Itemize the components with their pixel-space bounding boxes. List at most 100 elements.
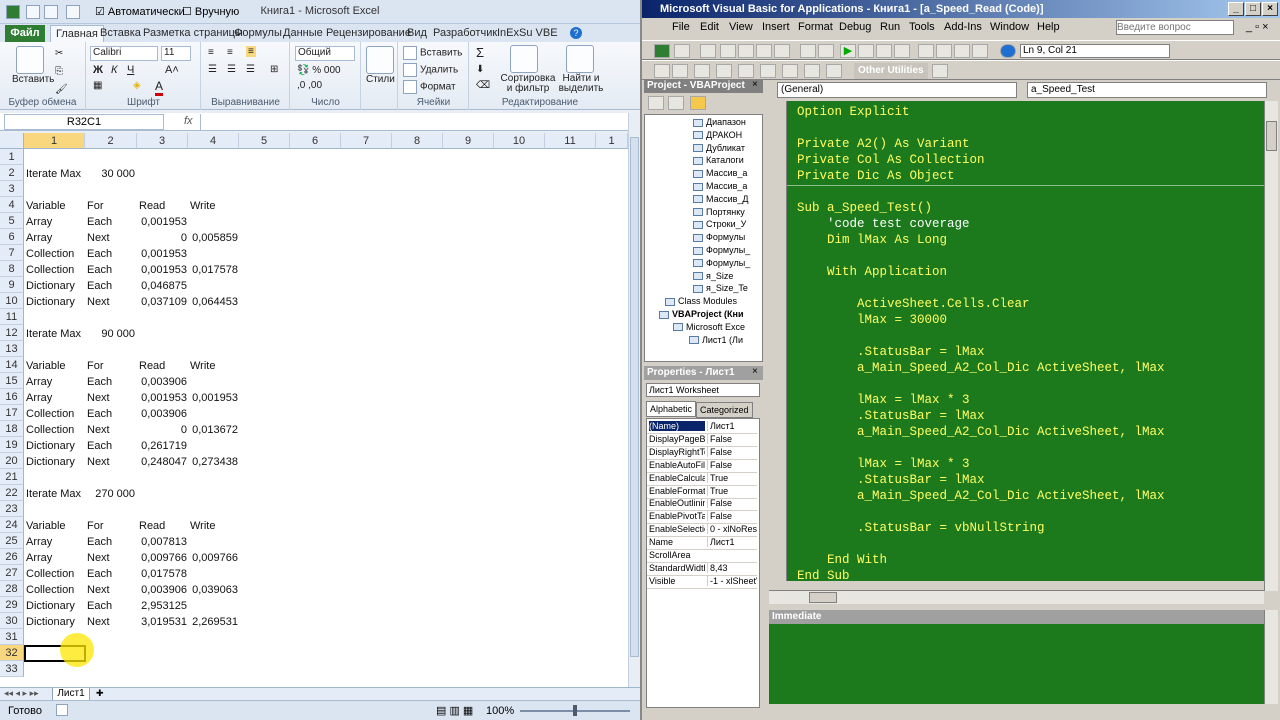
new-sheet-icon[interactable]: ✚ xyxy=(96,688,104,699)
cell[interactable]: Collection xyxy=(26,262,84,278)
grow-font-icon[interactable]: A˄ xyxy=(165,64,179,76)
property-row[interactable]: ScrollArea xyxy=(647,550,757,563)
borders-icon[interactable]: ▦ xyxy=(93,80,102,91)
cell[interactable]: For xyxy=(87,518,135,534)
close-icon[interactable]: × xyxy=(1262,2,1278,16)
properties-object-combo[interactable]: Лист1 Worksheet xyxy=(646,383,760,397)
fx-icon[interactable]: fx xyxy=(184,115,193,127)
cell[interactable]: 0,001953 xyxy=(139,390,187,406)
menu-insert[interactable]: Insert xyxy=(762,21,790,33)
addin-icon-9[interactable] xyxy=(826,64,842,78)
find-icon[interactable] xyxy=(774,44,790,58)
object-combo[interactable]: (General) xyxy=(777,82,1017,98)
cell[interactable]: Collection xyxy=(26,422,84,438)
cell[interactable]: Iterate Max xyxy=(26,326,84,342)
break-icon[interactable] xyxy=(858,44,874,58)
column-header[interactable]: 1 xyxy=(24,133,85,149)
cell[interactable]: Array xyxy=(26,374,84,390)
delete-cells-button[interactable]: Удалить xyxy=(403,63,458,77)
name-box[interactable]: R32C1 xyxy=(4,114,164,130)
menu-window[interactable]: Window xyxy=(990,21,1029,33)
cell[interactable]: Next xyxy=(87,422,135,438)
code-scroll-thumb[interactable] xyxy=(1266,121,1277,151)
menu-view[interactable]: View xyxy=(729,21,753,33)
cell[interactable]: 0,005859 xyxy=(190,230,238,246)
menu-edit[interactable]: Edit xyxy=(700,21,719,33)
addin-icon-4[interactable] xyxy=(716,64,732,78)
property-row[interactable]: EnableAutoFilt False xyxy=(647,459,757,473)
excel-scroll-thumb[interactable] xyxy=(630,137,639,657)
property-row[interactable]: (Name) Лист1 xyxy=(647,421,757,434)
property-value[interactable]: False xyxy=(707,498,757,509)
row-header[interactable]: 14 xyxy=(0,357,24,373)
toggle-folders-icon[interactable] xyxy=(690,96,706,110)
maximize-icon[interactable]: □ xyxy=(1245,2,1261,16)
property-row[interactable]: DisplayRightTo False xyxy=(647,446,757,460)
cell[interactable]: 0 xyxy=(139,422,187,438)
align-bottom-icon[interactable]: ≡ xyxy=(246,46,256,57)
cell[interactable]: Next xyxy=(87,454,135,470)
procedure-combo[interactable]: a_Speed_Test xyxy=(1027,82,1267,98)
row-header[interactable]: 26 xyxy=(0,549,24,565)
cell[interactable]: Next xyxy=(87,582,135,598)
worksheet-grid[interactable]: 1 2 3 4 5 6 7 8 9 10 11 1 1 2 Iterate Max 3… xyxy=(0,133,628,687)
property-value[interactable]: False xyxy=(707,433,757,444)
paste-icon[interactable] xyxy=(16,46,44,74)
tree-item[interactable]: Формулы xyxy=(693,232,745,242)
select-all-corner[interactable] xyxy=(0,133,24,149)
tree-item[interactable]: Class Modules xyxy=(665,296,737,306)
cell[interactable]: Read xyxy=(139,358,187,374)
macro-record-icon[interactable] xyxy=(56,704,68,716)
reset-icon[interactable] xyxy=(876,44,892,58)
cell[interactable]: 0,001953 xyxy=(190,390,238,406)
addin-icon-3[interactable] xyxy=(694,64,710,78)
cell[interactable]: Each xyxy=(87,438,135,454)
menu-debug[interactable]: Debug xyxy=(839,21,871,33)
cell[interactable]: Each xyxy=(87,566,135,582)
copy-icon[interactable]: ⎘ xyxy=(55,66,63,77)
row-header[interactable]: 27 xyxy=(0,565,24,581)
property-row[interactable]: StandardWidth 8,43 xyxy=(647,562,757,576)
format-painter-icon[interactable]: 🖌 xyxy=(55,84,68,95)
insert-module-icon[interactable] xyxy=(674,44,690,58)
currency-icon[interactable]: 💱 % 000 xyxy=(297,65,341,76)
tab-inexsu-vbe[interactable]: InExSu VBE xyxy=(492,25,563,42)
cell[interactable]: 0,064453 xyxy=(190,294,238,310)
view-excel-icon[interactable] xyxy=(654,44,670,58)
property-row[interactable]: EnableFormatCTrue xyxy=(647,485,757,499)
cell[interactable]: Next xyxy=(87,614,135,630)
cell[interactable]: 0,003906 xyxy=(139,582,187,598)
row-header[interactable]: 17 xyxy=(0,405,24,421)
tree-item[interactable]: Портянку xyxy=(693,207,745,217)
column-header[interactable]: 8 xyxy=(392,133,443,149)
property-row[interactable]: Visible -1 - xlSheetV xyxy=(647,575,757,589)
cell[interactable]: 2,269531 xyxy=(190,614,238,630)
cell[interactable]: Dictionary xyxy=(26,278,84,294)
property-value[interactable]: False xyxy=(707,511,757,522)
undo-icon[interactable] xyxy=(800,44,816,58)
font-size-box[interactable]: 11 xyxy=(161,46,191,61)
cell[interactable]: Dictionary xyxy=(26,294,84,310)
cell[interactable]: Dictionary xyxy=(26,454,84,470)
cut-icon[interactable]: ✂ xyxy=(55,48,63,59)
paste-icon[interactable] xyxy=(756,44,772,58)
addin-icon-6[interactable] xyxy=(760,64,776,78)
row-header[interactable]: 7 xyxy=(0,245,24,261)
cell[interactable]: Variable xyxy=(26,518,84,534)
row-header[interactable]: 18 xyxy=(0,421,24,437)
cell[interactable]: Dictionary xyxy=(26,598,84,614)
object-browser-icon[interactable] xyxy=(954,44,970,58)
tree-item[interactable]: Каталоги xyxy=(693,155,744,165)
property-row[interactable]: EnableCalculat True xyxy=(647,472,757,486)
autosum-icon[interactable]: Σ xyxy=(476,45,484,60)
sheet-nav-icon[interactable]: ◂◂ ◂ ▸ ▸▸ xyxy=(4,688,39,699)
menu-help[interactable]: Help xyxy=(1037,21,1060,33)
row-header[interactable]: 33 xyxy=(0,661,24,677)
help-icon[interactable] xyxy=(1000,44,1016,58)
row-header[interactable]: 1 xyxy=(0,149,24,165)
decimal-icon[interactable]: ,0 ,00 xyxy=(297,80,322,91)
save-icon[interactable] xyxy=(700,44,716,58)
property-value[interactable]: -1 - xlSheetV xyxy=(707,575,757,586)
row-header[interactable]: 12 xyxy=(0,325,24,341)
tree-item[interactable]: Формулы_ xyxy=(693,258,750,268)
